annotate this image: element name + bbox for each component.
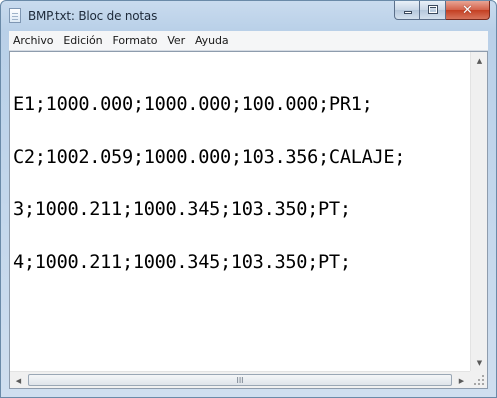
text-line: E1;1000.000;1000.000;100.000;PR1; — [13, 94, 373, 115]
maximize-button[interactable] — [420, 1, 446, 20]
close-button[interactable]: ✕ — [446, 1, 490, 20]
title-bar[interactable]: BMP.txt: Bloc de notas ✕ — [1, 1, 496, 31]
menu-ver[interactable]: Ver — [162, 34, 190, 47]
scroll-down-icon[interactable]: ▼ — [471, 354, 488, 371]
scroll-right-icon[interactable]: ▶ — [453, 372, 470, 389]
text-editor[interactable]: E1;1000.000;1000.000;100.000;PR1; C2;100… — [9, 51, 488, 389]
text-line: C2;1002.059;1000.000;103.356;CALAJE; — [13, 146, 406, 168]
minimize-icon — [404, 11, 412, 14]
menu-edicion[interactable]: Edición — [58, 34, 107, 47]
text-line: 4;1000.211;1000.345;103.350;PT; — [13, 251, 351, 273]
notepad-icon[interactable] — [9, 8, 21, 23]
text-content[interactable]: E1;1000.000;1000.000;100.000;PR1; C2;100… — [10, 52, 470, 371]
horizontal-scroll-thumb[interactable]: III — [28, 374, 452, 386]
maximize-icon — [428, 5, 438, 14]
scroll-left-icon[interactable]: ◀ — [10, 372, 27, 389]
menu-ayuda[interactable]: Ayuda — [190, 34, 233, 47]
close-icon: ✕ — [462, 2, 473, 18]
scroll-up-icon[interactable]: ▲ — [471, 52, 488, 69]
menu-archivo[interactable]: Archivo — [9, 34, 58, 47]
minimize-button[interactable] — [394, 1, 420, 20]
text-line: 3;1000.211;1000.345;103.350;PT; — [13, 199, 351, 220]
window-title: BMP.txt: Bloc de notas — [28, 9, 158, 23]
vertical-scrollbar[interactable]: ▲ ▼ — [470, 52, 487, 371]
menu-formato[interactable]: Formato — [108, 34, 163, 47]
resize-grip-icon[interactable] — [470, 371, 487, 388]
grip-icon: III — [236, 376, 244, 385]
menu-bar: Archivo Edición Formato Ver Ayuda — [9, 31, 488, 51]
caption-buttons: ✕ — [394, 1, 490, 21]
horizontal-scrollbar[interactable]: ◀ III ▶ — [10, 371, 470, 388]
notepad-window: BMP.txt: Bloc de notas ✕ Archivo Edición… — [0, 0, 497, 398]
